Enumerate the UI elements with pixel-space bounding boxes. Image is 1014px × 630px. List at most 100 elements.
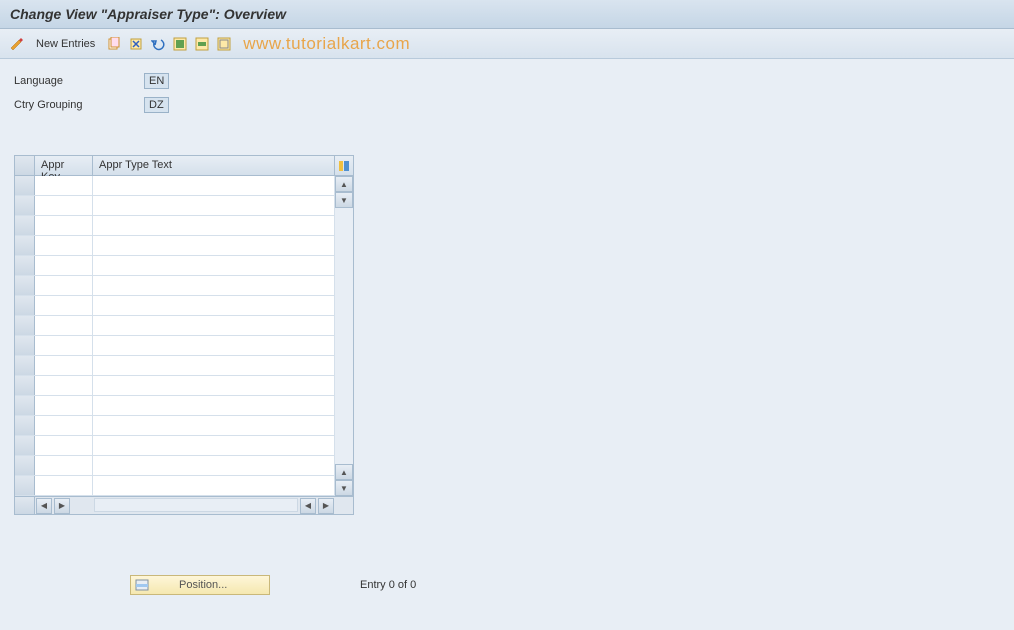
scroll-up-button[interactable]: ▲ [335,176,353,192]
hscroll-track[interactable] [94,498,298,512]
column-appr-key[interactable]: Appr Key [35,156,93,175]
cell-appr-type-text[interactable] [93,436,335,455]
table-row [15,416,353,436]
cell-appr-type-text[interactable] [93,476,335,495]
table-row [15,336,353,356]
select-all-icon [173,37,187,51]
cell-appr-type-text[interactable] [93,356,335,375]
row-selector[interactable] [15,356,35,375]
row-selector[interactable] [15,476,35,495]
position-button[interactable]: Position... [130,575,270,595]
hscroll-left-key[interactable]: ◀ [36,498,52,514]
cell-appr-type-text[interactable] [93,456,335,475]
table-row [15,216,353,236]
toggle-display-change-button[interactable] [8,35,26,53]
triangle-left-icon: ◀ [41,501,47,510]
cell-appr-type-text[interactable] [93,316,335,335]
cell-appr-type-text[interactable] [93,176,335,195]
cell-appr-key[interactable] [35,316,93,335]
delete-button[interactable] [127,35,145,53]
scroll-track[interactable] [335,208,353,464]
cell-appr-type-text[interactable] [93,296,335,315]
column-appr-type-text[interactable]: Appr Type Text [93,156,335,175]
triangle-left-icon: ◀ [305,501,311,510]
table-row [15,456,353,476]
table-row [15,296,353,316]
cell-appr-key[interactable] [35,236,93,255]
cell-appr-type-text[interactable] [93,396,335,415]
triangle-down-icon: ▼ [340,484,348,493]
cell-appr-type-text[interactable] [93,256,335,275]
table-row [15,236,353,256]
row-selector[interactable] [15,436,35,455]
cell-appr-key[interactable] [35,256,93,275]
row-selector[interactable] [15,416,35,435]
ctry-grouping-label: Ctry Grouping [14,99,144,111]
row-selector[interactable] [15,456,35,475]
hscroll-right-key[interactable]: ▶ [54,498,70,514]
cell-appr-type-text[interactable] [93,236,335,255]
undo-change-button[interactable] [149,35,167,53]
row-selector[interactable] [15,376,35,395]
cell-appr-type-text[interactable] [93,416,335,435]
page-title: Change View "Appraiser Type": Overview [0,0,1014,29]
row-selector[interactable] [15,316,35,335]
triangle-right-icon: ▶ [323,501,329,510]
hscroll-spacer [15,497,35,514]
entry-count-text: Entry 0 of 0 [360,579,416,591]
select-block-button[interactable] [193,35,211,53]
cell-appr-key[interactable] [35,476,93,495]
watermark-text: www.tutorialkart.com [243,34,410,54]
triangle-right-icon: ▶ [59,501,65,510]
row-selector-header[interactable] [15,156,35,175]
deselect-all-button[interactable] [215,35,233,53]
cell-appr-type-text[interactable] [93,196,335,215]
row-selector[interactable] [15,276,35,295]
table-row [15,276,353,296]
hscroll-left-text[interactable]: ◀ [300,498,316,514]
cell-appr-key[interactable] [35,356,93,375]
cell-appr-key[interactable] [35,296,93,315]
new-entries-button[interactable]: New Entries [30,36,101,52]
row-selector[interactable] [15,236,35,255]
cell-appr-type-text[interactable] [93,276,335,295]
cell-appr-key[interactable] [35,396,93,415]
row-selector[interactable] [15,396,35,415]
table-row [15,376,353,396]
table-row [15,476,353,496]
cell-appr-type-text[interactable] [93,216,335,235]
triangle-up-icon: ▲ [340,180,348,189]
cell-appr-key[interactable] [35,336,93,355]
cell-appr-type-text[interactable] [93,336,335,355]
cell-appr-key[interactable] [35,376,93,395]
table-settings-button[interactable] [335,156,353,175]
language-row: Language EN [14,71,1000,91]
row-selector[interactable] [15,336,35,355]
row-selector[interactable] [15,196,35,215]
table-row [15,316,353,336]
copy-as-button[interactable] [105,35,123,53]
cell-appr-key[interactable] [35,196,93,215]
cell-appr-key[interactable] [35,456,93,475]
select-all-button[interactable] [171,35,189,53]
scroll-up-end-button[interactable]: ▲ [335,464,353,480]
table-row [15,436,353,456]
cell-appr-key[interactable] [35,176,93,195]
ctry-grouping-value: DZ [144,97,169,113]
scroll-down-end-button[interactable]: ▼ [335,480,353,496]
cell-appr-key[interactable] [35,416,93,435]
row-selector[interactable] [15,216,35,235]
table-header: Appr Key Appr Type Text [15,156,353,176]
cell-appr-key[interactable] [35,436,93,455]
cell-appr-key[interactable] [35,276,93,295]
row-selector[interactable] [15,296,35,315]
row-selector[interactable] [15,256,35,275]
scroll-down-button[interactable]: ▼ [335,192,353,208]
cell-appr-key[interactable] [35,216,93,235]
select-block-icon [195,37,209,51]
hscroll-right-text[interactable]: ▶ [318,498,334,514]
ctry-grouping-row: Ctry Grouping DZ [14,95,1000,115]
cell-appr-type-text[interactable] [93,376,335,395]
row-selector[interactable] [15,176,35,195]
content-area: Language EN Ctry Grouping DZ Appr Key Ap… [0,59,1014,527]
